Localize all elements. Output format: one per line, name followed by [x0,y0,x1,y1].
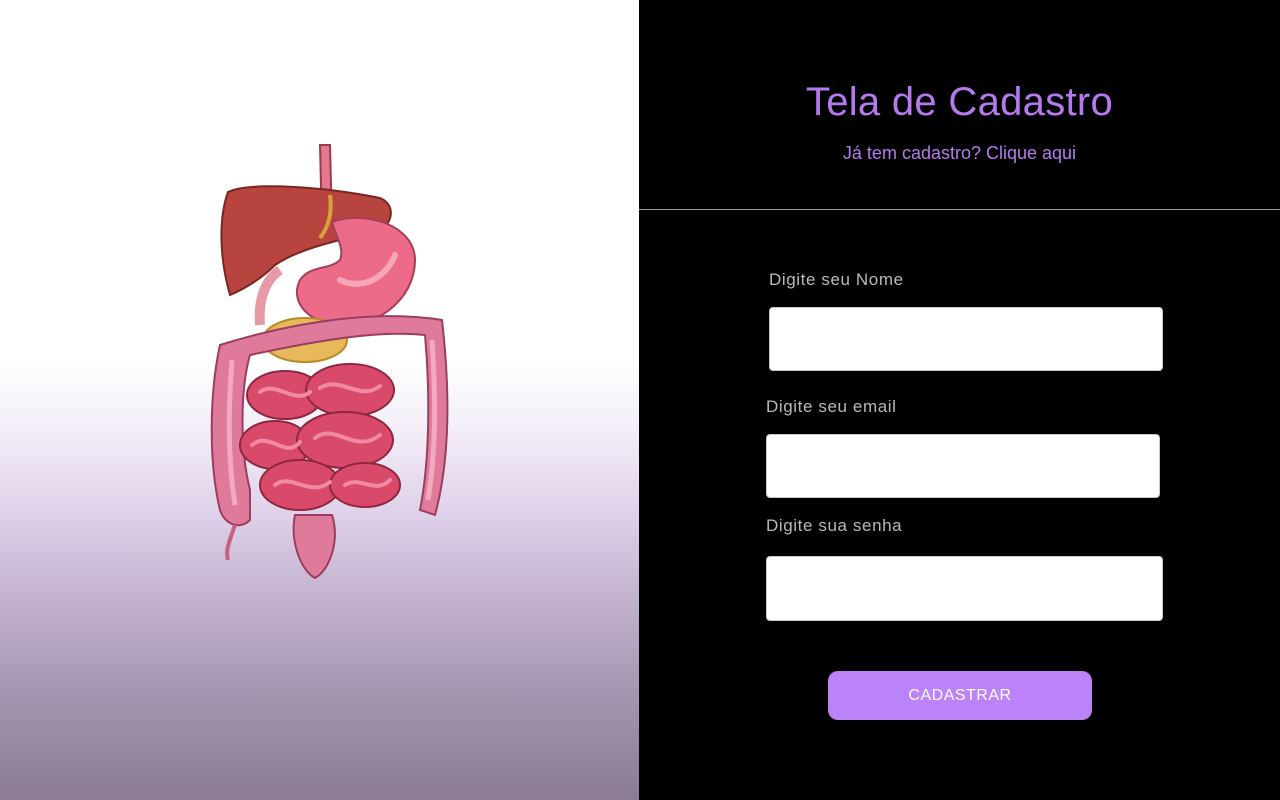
name-label: Digite seu Nome [769,270,904,289]
password-input[interactable] [766,556,1163,621]
signup-form-panel: Tela de Cadastro Já tem cadastro? Clique… [639,0,1280,800]
digestive-system-illustration [210,144,449,580]
signup-screen: Tela de Cadastro Já tem cadastro? Clique… [0,0,1280,800]
signup-button[interactable]: CADASTRAR [828,671,1092,720]
login-link[interactable]: Já tem cadastro? Clique aqui [639,142,1280,164]
email-label: Digite seu email [766,397,897,416]
name-input[interactable] [769,307,1163,371]
illustration-panel [0,0,639,800]
password-label: Digite sua senha [766,516,903,535]
page-title: Tela de Cadastro [805,80,1114,124]
email-input[interactable] [766,434,1160,498]
divider [639,209,1280,210]
